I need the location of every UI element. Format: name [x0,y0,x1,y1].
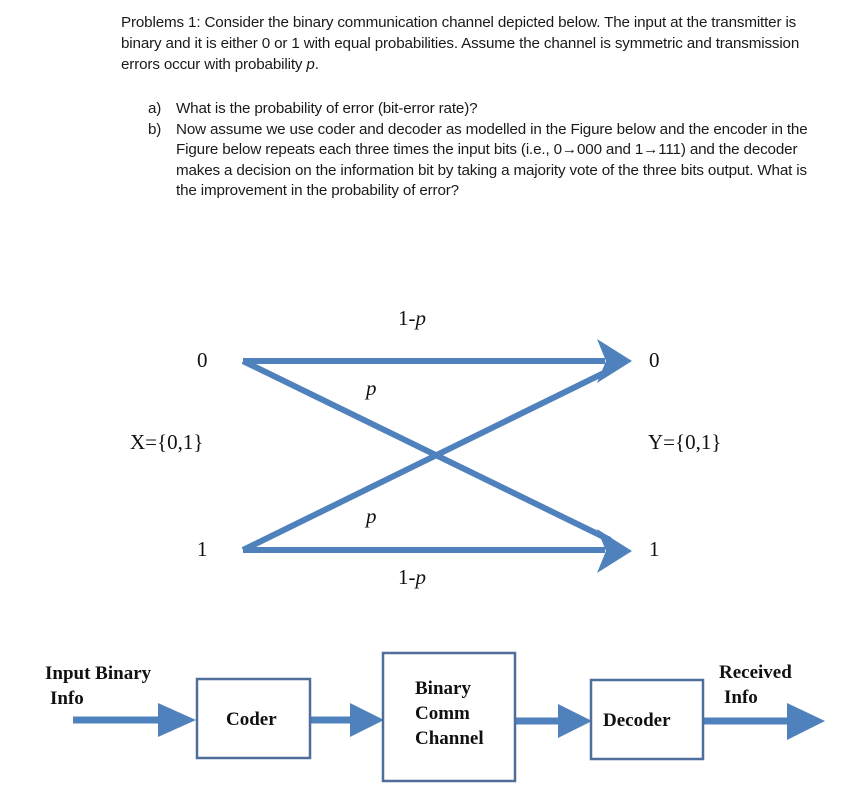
coder-label: Coder [226,709,277,730]
input-symbol-1: 1 [197,537,208,561]
label-line: Comm [415,703,470,724]
coder-arrowhead [350,703,384,737]
channel-arrowhead [558,704,592,738]
input-symbol-0: 0 [197,348,208,372]
label-line: Info [50,688,84,709]
transition-1-to-0 [241,367,612,553]
prob-cross-upper-label: p [366,378,377,399]
prob-prefix: 1- [398,565,416,589]
input-arrowhead [158,703,196,737]
prob-cross-lower-label: p [366,506,377,527]
prob-top-label: 1-p [398,308,426,329]
prob-var: p [415,565,427,589]
prob-prefix: 1- [398,306,416,330]
prob-var: p [366,504,377,528]
label-line: Binary [415,678,471,699]
transition-0-to-1 [241,358,612,543]
label-line: Input Binary [45,663,152,684]
channel-label: Binary Comm Channel [415,676,484,751]
label-line: Channel [415,728,484,749]
prob-var: p [366,376,377,400]
output-symbol-0: 0 [649,348,660,372]
decoder-label: Decoder [603,710,671,731]
output-arrowhead [787,703,825,740]
output-symbol-1: 1 [649,537,660,561]
output-set-label: Y={0,1} [648,430,722,454]
label-line: Received [719,662,792,683]
input-set-label: X={0,1} [130,430,204,454]
received-info-label: Received Info [719,660,792,710]
prob-bottom-label: 1-p [398,567,426,588]
prob-var: p [415,306,427,330]
label-line: Info [724,687,758,708]
input-info-label: Input Binary Info [45,661,151,711]
